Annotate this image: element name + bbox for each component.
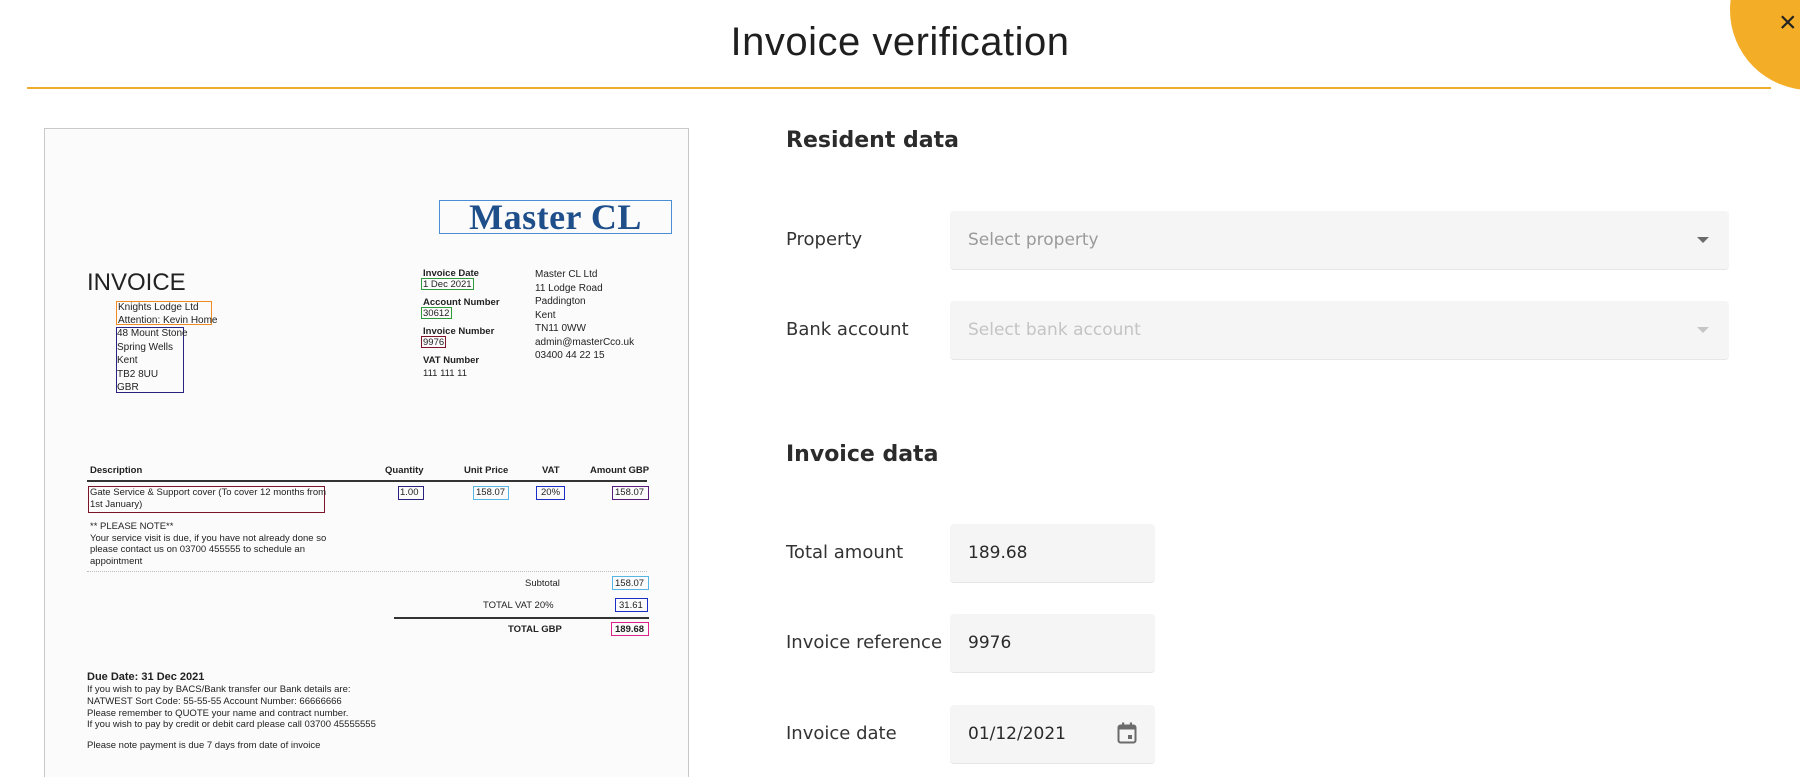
total-gbp-value: 189.68: [615, 624, 645, 635]
item-quantity: 1.00: [400, 487, 419, 498]
table-header-rule: [87, 480, 647, 482]
note-line: Your service visit is due, if you have n…: [90, 532, 327, 544]
invoice-reference-value: 9976: [968, 633, 1012, 653]
property-label: Property: [786, 229, 863, 250]
sender-line: Master CL Ltd: [535, 269, 598, 280]
total-vat-label: TOTAL VAT 20%: [483, 600, 554, 611]
item-amount: 158.07: [615, 487, 645, 498]
payment-line: Please remember to QUOTE your name and c…: [87, 707, 349, 719]
vat-number-label: VAT Number: [423, 355, 480, 366]
sender-line: 11 Lodge Road: [535, 282, 603, 294]
column-header-description: Description: [90, 465, 143, 476]
total-gbp-label: TOTAL GBP: [508, 624, 562, 635]
item-description-line1: Gate Service & Support cover (To cover 1…: [90, 487, 327, 498]
account-number-value: 30612: [423, 308, 450, 319]
invoice-verification-dialog: Invoice verification × Master CL INVOICE…: [0, 0, 1800, 777]
invoice-date-field[interactable]: 01/12/2021: [950, 705, 1155, 764]
address-line: Kent: [117, 355, 138, 366]
invoice-date-label: Invoice date: [786, 723, 897, 744]
invoice-document-preview: Master CL INVOICE Knights Lodge Ltd Atte…: [44, 128, 689, 777]
subtotal-value: 158.07: [615, 578, 645, 589]
close-icon[interactable]: ×: [1779, 8, 1800, 38]
payment-line: If you wish to pay by BACS/Bank transfer…: [87, 684, 351, 695]
sender-address: Master CL Ltd 11 Lodge Road Paddington K…: [535, 268, 634, 363]
total-vat-value: 31.61: [619, 600, 643, 611]
vat-number-value: 111 111 11: [423, 368, 468, 379]
addressee-attention: Attention: Kevin Home: [118, 315, 218, 326]
address-line: TB2 8UU: [117, 368, 159, 380]
total-amount-field[interactable]: 189.68: [950, 524, 1155, 583]
item-description-line2: 1st January): [90, 499, 143, 510]
chevron-down-icon[interactable]: [1697, 237, 1709, 243]
invoice-date-value: 01/12/2021: [968, 724, 1066, 744]
note-line: please contact us on 03700 455555 to sch…: [90, 544, 305, 555]
page-title: Invoice verification: [730, 20, 1070, 64]
property-placeholder: Select property: [968, 230, 1099, 250]
item-unit-price: 158.07: [476, 487, 506, 498]
invoice-data-heading: Invoice data: [786, 442, 939, 467]
sender-line: TN11 0WW: [535, 323, 586, 334]
invoice-number-value: 9976: [423, 337, 445, 348]
invoice-reference-field[interactable]: 9976: [950, 614, 1155, 673]
item-vat: 20%: [541, 487, 561, 498]
chevron-down-icon[interactable]: [1697, 327, 1709, 333]
note-line: appointment: [90, 555, 143, 567]
sender-line: 03400 44 22 15: [535, 350, 605, 361]
column-header-quantity: Quantity: [385, 465, 424, 476]
payment-line: NATWEST Sort Code: 55-55-55 Account Numb…: [87, 695, 342, 707]
sender-line: admin@masterCco.uk: [535, 336, 635, 348]
bank-account-label: Bank account: [786, 319, 909, 340]
column-header-vat: VAT: [542, 465, 560, 476]
bank-account-placeholder: Select bank account: [968, 320, 1141, 340]
payment-due-note: Please note payment is due 7 days from d…: [87, 740, 321, 751]
note-divider: [87, 571, 647, 572]
note-line: ** PLEASE NOTE**: [90, 521, 174, 532]
sender-line: Kent: [535, 309, 556, 321]
invoice-heading: INVOICE: [87, 269, 186, 296]
totals-rule: [394, 617, 649, 619]
due-date: Due Date: 31 Dec 2021: [87, 671, 205, 683]
header-divider: [27, 87, 1771, 89]
invoice-date-value: 1 Dec 2021: [423, 279, 472, 290]
company-logo: Master CL: [439, 199, 672, 235]
payment-line: If you wish to pay by credit or debit ca…: [87, 719, 376, 731]
total-amount-label: Total amount: [786, 542, 904, 563]
service-note: ** PLEASE NOTE** Your service visit is d…: [90, 521, 326, 567]
subtotal-label: Subtotal: [525, 578, 560, 589]
column-header-amount: Amount GBP: [590, 465, 650, 476]
calendar-icon[interactable]: [1117, 722, 1137, 744]
dialog-header: Invoice verification ×: [0, 0, 1800, 90]
address-line: Spring Wells: [117, 341, 173, 353]
address-line: GBR: [117, 382, 139, 393]
addressee-company: Knights Lodge Ltd: [118, 302, 199, 313]
invoice-reference-label: Invoice reference: [786, 632, 943, 653]
property-select[interactable]: Select property: [950, 211, 1729, 270]
total-amount-value: 189.68: [968, 543, 1028, 563]
bank-account-select[interactable]: Select bank account: [950, 301, 1729, 360]
sender-line: Paddington: [535, 296, 586, 307]
addressee-address: 48 Mount Stone Spring Wells Kent TB2 8UU…: [117, 327, 188, 395]
resident-data-heading: Resident data: [786, 128, 959, 153]
address-line: 48 Mount Stone: [117, 328, 188, 339]
column-header-unit-price: Unit Price: [464, 465, 509, 476]
payment-instructions: If you wish to pay by BACS/Bank transfer…: [87, 684, 376, 731]
